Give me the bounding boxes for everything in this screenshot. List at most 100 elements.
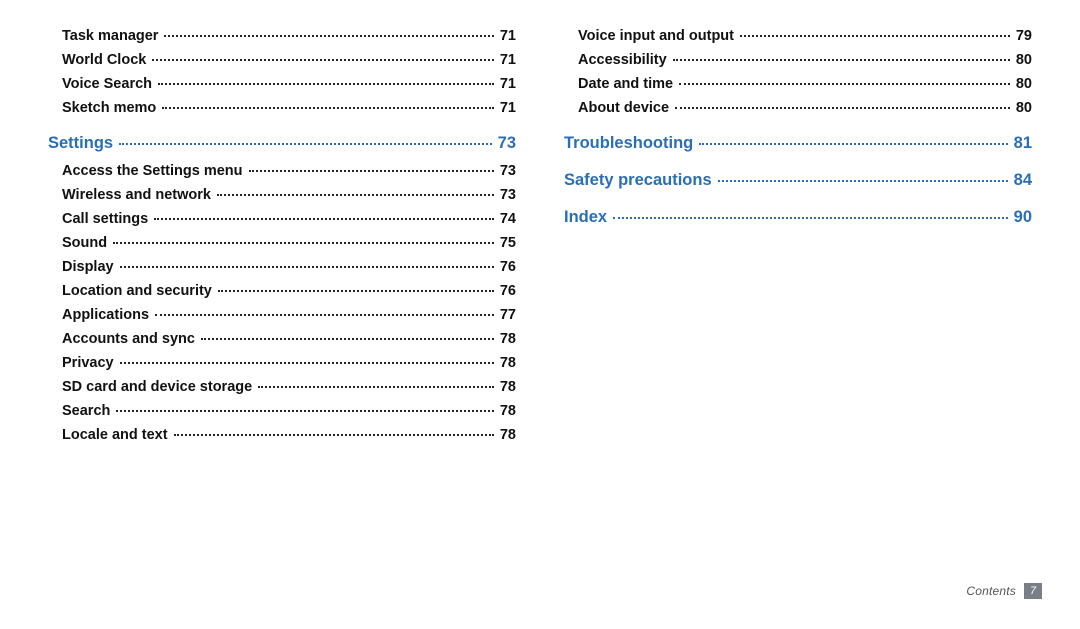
- toc-page-number: 78: [500, 379, 516, 395]
- toc-item-label: Date and time: [578, 76, 673, 92]
- toc-item-label: SD card and device storage: [62, 379, 252, 395]
- toc-item-label: World Clock: [62, 52, 146, 68]
- toc-leader-dots: [249, 170, 494, 172]
- toc-column-left: Task manager71 World Clock 71 Voice Search 7…: [48, 28, 516, 451]
- toc-item-row[interactable]: Location and security 76: [48, 283, 516, 299]
- toc-section-row[interactable]: Index 90: [564, 208, 1032, 227]
- toc-item-row[interactable]: Accounts and sync 78: [48, 331, 516, 347]
- toc-item-label: Privacy: [62, 355, 114, 371]
- toc-section-label: Settings: [48, 134, 113, 153]
- toc-page-number: 78: [500, 331, 516, 347]
- toc-section-row[interactable]: Safety precautions 84: [564, 171, 1032, 190]
- toc-item-label: Applications: [62, 307, 149, 323]
- toc-page-number: 75: [500, 235, 516, 251]
- toc-columns: Task manager71 World Clock 71 Voice Search 7…: [48, 28, 1032, 451]
- toc-item-label: Accessibility: [578, 52, 667, 68]
- toc-item-row[interactable]: About device 80: [564, 100, 1032, 116]
- toc-leader-dots: [218, 290, 494, 292]
- toc-item-label: Voice input and output: [578, 28, 734, 44]
- toc-leader-dots: [699, 143, 1007, 145]
- toc-item-row[interactable]: SD card and device storage 78: [48, 379, 516, 395]
- toc-column-right: Voice input and output79Accessibility80D…: [564, 28, 1032, 451]
- toc-item-row[interactable]: Voice Search 71: [48, 76, 516, 92]
- toc-page-number: 71: [500, 52, 516, 68]
- toc-page-number: 74: [500, 211, 516, 227]
- toc-item-row[interactable]: Access the Settings menu 73: [48, 163, 516, 179]
- toc-page-number: 80: [1016, 100, 1032, 116]
- toc-leader-dots: [201, 338, 494, 340]
- toc-item-row[interactable]: Search 78: [48, 403, 516, 419]
- toc-item-label: Accounts and sync: [62, 331, 195, 347]
- toc-leader-dots: [679, 83, 1010, 85]
- toc-page-number: 80: [1016, 52, 1032, 68]
- toc-item-label: Wireless and network: [62, 187, 211, 203]
- toc-page-number: 71: [500, 76, 516, 92]
- toc-page-number: 80: [1016, 76, 1032, 92]
- toc-section-label: Safety precautions: [564, 171, 712, 190]
- toc-page-number: 71: [500, 100, 516, 116]
- footer-page-number: 7: [1024, 583, 1042, 599]
- toc-leader-dots: [174, 434, 494, 436]
- toc-item-row[interactable]: Locale and text 78: [48, 427, 516, 443]
- toc-page-number: 79: [1016, 28, 1032, 44]
- toc-item-label: Display: [62, 259, 114, 275]
- toc-leader-dots: [119, 143, 492, 145]
- toc-leader-dots: [675, 107, 1010, 109]
- contents-page: Task manager71 World Clock 71 Voice Search 7…: [0, 0, 1080, 629]
- toc-item-row[interactable]: Accessibility 80: [564, 52, 1032, 68]
- toc-leader-dots: [164, 35, 493, 37]
- toc-section-label: Troubleshooting: [564, 134, 693, 153]
- toc-page-number: 76: [500, 283, 516, 299]
- toc-item-label: Voice Search: [62, 76, 152, 92]
- toc-leader-dots: [158, 83, 494, 85]
- toc-leader-dots: [116, 410, 493, 412]
- toc-page-number: 90: [1014, 208, 1032, 227]
- toc-leader-dots: [613, 217, 1008, 219]
- toc-item-row[interactable]: Wireless and network73: [48, 187, 516, 203]
- toc-page-number: 76: [500, 259, 516, 275]
- toc-leader-dots: [113, 242, 494, 244]
- toc-section-label: Index: [564, 208, 607, 227]
- toc-page-number: 73: [498, 134, 516, 153]
- toc-item-row[interactable]: Applications 77: [48, 307, 516, 323]
- toc-item-row[interactable]: Voice input and output 79: [564, 28, 1032, 44]
- toc-item-row[interactable]: Privacy 78: [48, 355, 516, 371]
- toc-item-label: Search: [62, 403, 110, 419]
- toc-page-number: 73: [500, 163, 516, 179]
- toc-page-number: 84: [1014, 171, 1032, 190]
- toc-item-row[interactable]: Display 76: [48, 259, 516, 275]
- toc-leader-dots: [154, 218, 494, 220]
- toc-item-row[interactable]: World Clock 71: [48, 52, 516, 68]
- toc-page-number: 78: [500, 355, 516, 371]
- toc-page-number: 78: [500, 427, 516, 443]
- toc-page-number: 78: [500, 403, 516, 419]
- toc-leader-dots: [120, 266, 494, 268]
- toc-item-row[interactable]: Sound 75: [48, 235, 516, 251]
- toc-section-row[interactable]: Settings 73: [48, 134, 516, 153]
- toc-item-label: Sketch memo: [62, 100, 156, 116]
- toc-leader-dots: [152, 59, 494, 61]
- toc-item-label: Call settings: [62, 211, 148, 227]
- toc-item-row[interactable]: Date and time 80: [564, 76, 1032, 92]
- toc-leader-dots: [162, 107, 494, 109]
- toc-leader-dots: [217, 194, 494, 196]
- toc-item-row[interactable]: Task manager71: [48, 28, 516, 44]
- toc-leader-dots: [155, 314, 494, 316]
- toc-item-label: Locale and text: [62, 427, 168, 443]
- toc-leader-dots: [120, 362, 494, 364]
- page-footer: Contents 7: [966, 583, 1042, 599]
- toc-item-label: Location and security: [62, 283, 212, 299]
- toc-leader-dots: [258, 386, 494, 388]
- toc-page-number: 71: [500, 28, 516, 44]
- toc-item-label: Access the Settings menu: [62, 163, 243, 179]
- toc-item-label: About device: [578, 100, 669, 116]
- toc-page-number: 81: [1014, 134, 1032, 153]
- toc-page-number: 77: [500, 307, 516, 323]
- footer-section-label: Contents: [966, 584, 1016, 598]
- toc-item-row[interactable]: Sketch memo 71: [48, 100, 516, 116]
- toc-leader-dots: [718, 180, 1008, 182]
- toc-item-row[interactable]: Call settings 74: [48, 211, 516, 227]
- toc-leader-dots: [673, 59, 1010, 61]
- toc-section-row[interactable]: Troubleshooting 81: [564, 134, 1032, 153]
- toc-item-label: Sound: [62, 235, 107, 251]
